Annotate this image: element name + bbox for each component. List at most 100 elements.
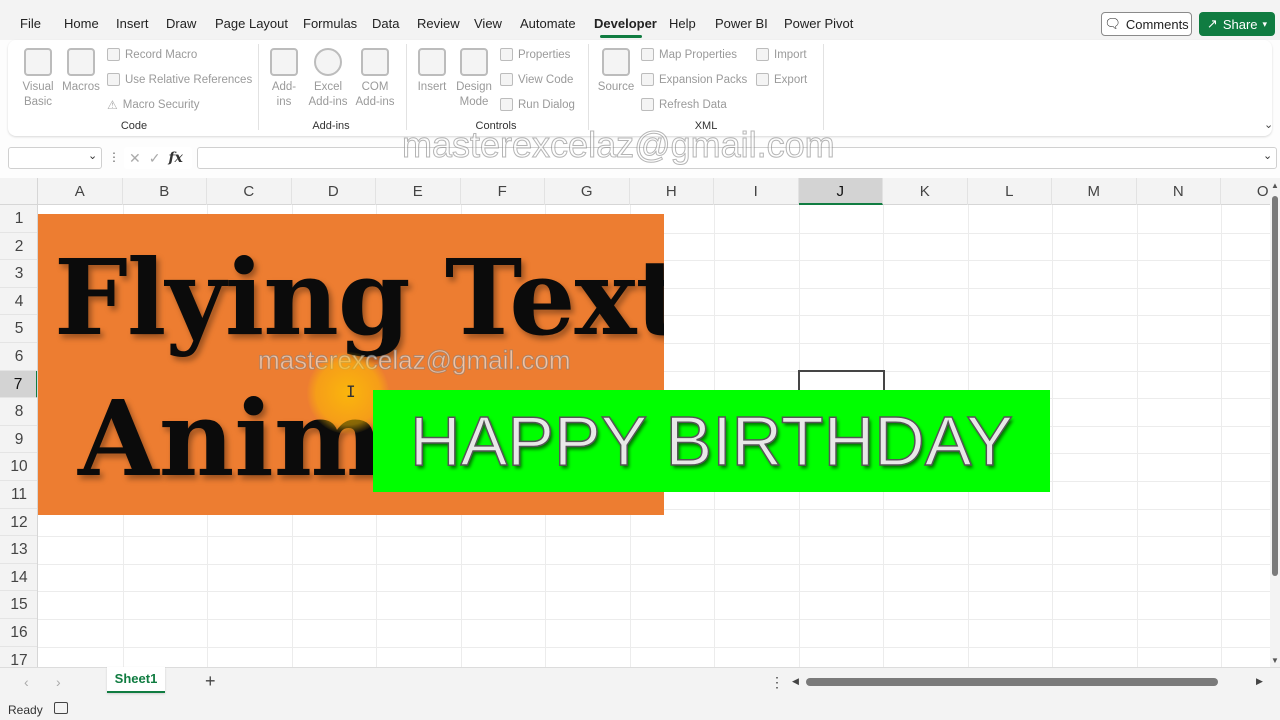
tab-power-bi[interactable]: Power BI [715,16,768,31]
properties-button[interactable]: Properties [500,48,570,61]
chevron-down-icon[interactable]: ⌄ [1263,149,1272,162]
row-header-13[interactable]: 13 [0,536,37,564]
share-label: Share [1222,16,1258,32]
tab-home[interactable]: Home [64,16,99,31]
column-header-a[interactable]: A [38,178,123,205]
row-header-12[interactable]: 12 [0,509,37,537]
import-button[interactable]: Import [756,48,807,61]
active-cell[interactable] [798,370,885,392]
column-header-j[interactable]: J [798,178,883,205]
column-header: ABCDEFGHIJKLMNO [0,178,1270,205]
watermark: masterexcelaz@gmail.com [402,124,836,166]
excel-addins-button[interactable]: Excel Add-ins [306,48,350,110]
column-header-l[interactable]: L [968,178,1052,205]
horizontal-scroll-thumb[interactable] [806,678,1218,686]
tab-view[interactable]: View [474,16,502,31]
tab-file[interactable]: File [20,16,41,31]
row-header-14[interactable]: 14 [0,564,37,592]
row-header-5[interactable]: 5 [0,315,37,343]
use-relative-references-button[interactable]: Use Relative References [107,73,252,86]
row-header-4[interactable]: 4 [0,288,37,316]
scroll-up-icon[interactable]: ▲ [1271,181,1279,190]
tab-developer[interactable]: Developer [594,16,657,31]
row-header-3[interactable]: 3 [0,260,37,288]
row-header-16[interactable]: 16 [0,619,37,647]
tab-formulas[interactable]: Formulas [303,16,357,31]
map-properties-button[interactable]: Map Properties [641,48,737,61]
add-sheet-button[interactable]: + [205,671,216,692]
share-button[interactable]: ↗ Share ▾ [1199,12,1275,36]
row-header-7[interactable]: 7 [0,370,37,399]
chevron-down-icon[interactable]: ⌄ [88,149,97,162]
macros-button[interactable]: Macros [60,48,102,95]
row-header-10[interactable]: 10 [0,453,37,481]
happy-birthday-shape[interactable]: HAPPY BIRTHDAY [373,390,1050,492]
chevron-left-icon[interactable]: ‹ [24,674,29,690]
import-icon [756,48,769,61]
addins-button[interactable]: Add-ins [266,48,302,110]
row-header-9[interactable]: 9 [0,426,37,454]
check-icon[interactable]: ✓ [149,150,161,167]
comments-button[interactable]: 🗨 Comments [1101,12,1192,36]
row-header-17[interactable]: 17 [0,647,37,667]
view-code-button[interactable]: View Code [500,73,573,86]
column-header-h[interactable]: H [630,178,714,205]
run-dialog-icon [500,98,513,111]
column-header-e[interactable]: E [376,178,461,205]
scroll-left-icon[interactable]: ◀ [792,676,799,687]
select-all-corner[interactable] [0,178,38,205]
column-header-c[interactable]: C [207,178,292,205]
refresh-data-button[interactable]: Refresh Data [641,98,727,111]
column-header-d[interactable]: D [292,178,376,205]
source-icon [602,48,630,76]
scroll-right-icon[interactable]: ▶ [1256,676,1263,687]
text-cursor-icon: I [346,382,356,401]
row-header-2[interactable]: 2 [0,233,37,261]
vertical-scroll-thumb[interactable] [1272,196,1278,576]
chevron-down-icon[interactable]: ⌄ [1264,118,1273,131]
macro-security-button[interactable]: ⚠ Macro Security [107,98,199,112]
export-icon [756,73,769,86]
row-header-11[interactable]: 11 [0,481,37,509]
tab-review[interactable]: Review [417,16,460,31]
row-header-1[interactable]: 1 [0,205,37,233]
accessibility-icon[interactable] [54,702,68,714]
tab-draw[interactable]: Draw [166,16,196,31]
run-dialog-button[interactable]: Run Dialog [500,98,575,111]
column-header-k[interactable]: K [883,178,968,205]
chevron-right-icon[interactable]: › [56,674,61,690]
record-macro-button[interactable]: Record Macro [107,48,197,61]
column-header-g[interactable]: G [545,178,630,205]
export-button[interactable]: Export [756,73,807,86]
tab-automate[interactable]: Automate [520,16,576,31]
scroll-down-icon[interactable]: ▼ [1271,656,1279,665]
gridline [38,619,1270,620]
gridline [38,646,1270,648]
expansion-packs-button[interactable]: Expansion Packs [641,73,747,86]
column-header-n[interactable]: N [1137,178,1221,205]
insert-function-button[interactable]: fx [168,150,182,166]
tab-page-layout[interactable]: Page Layout [215,16,288,31]
tab-power-pivot[interactable]: Power Pivot [784,16,853,31]
design-mode-button[interactable]: Design Mode [452,48,496,110]
insert-control-button[interactable]: Insert [414,48,450,95]
tab-insert[interactable]: Insert [116,16,149,31]
sheet-tab-sheet1[interactable]: Sheet1 [107,667,165,693]
cancel-icon[interactable]: ✕ [129,150,141,167]
tab-data[interactable]: Data [372,16,399,31]
column-header-m[interactable]: M [1052,178,1137,205]
com-addins-button[interactable]: COM Add-ins [353,48,397,110]
visual-basic-button[interactable]: Visual Basic [18,48,58,110]
row-header-6[interactable]: 6 [0,343,37,371]
comment-icon: 🗨 [1104,16,1121,31]
more-icon[interactable]: ⋮ [770,674,784,691]
source-button[interactable]: Source [596,48,636,95]
column-header-f[interactable]: F [461,178,545,205]
column-header-b[interactable]: B [123,178,207,205]
row-header-15[interactable]: 15 [0,591,37,619]
tab-help[interactable]: Help [669,16,696,31]
row-header-8[interactable]: 8 [0,398,37,426]
column-header-i[interactable]: I [714,178,799,205]
macros-label: Macros [62,81,100,93]
visual-basic-icon [24,48,52,76]
